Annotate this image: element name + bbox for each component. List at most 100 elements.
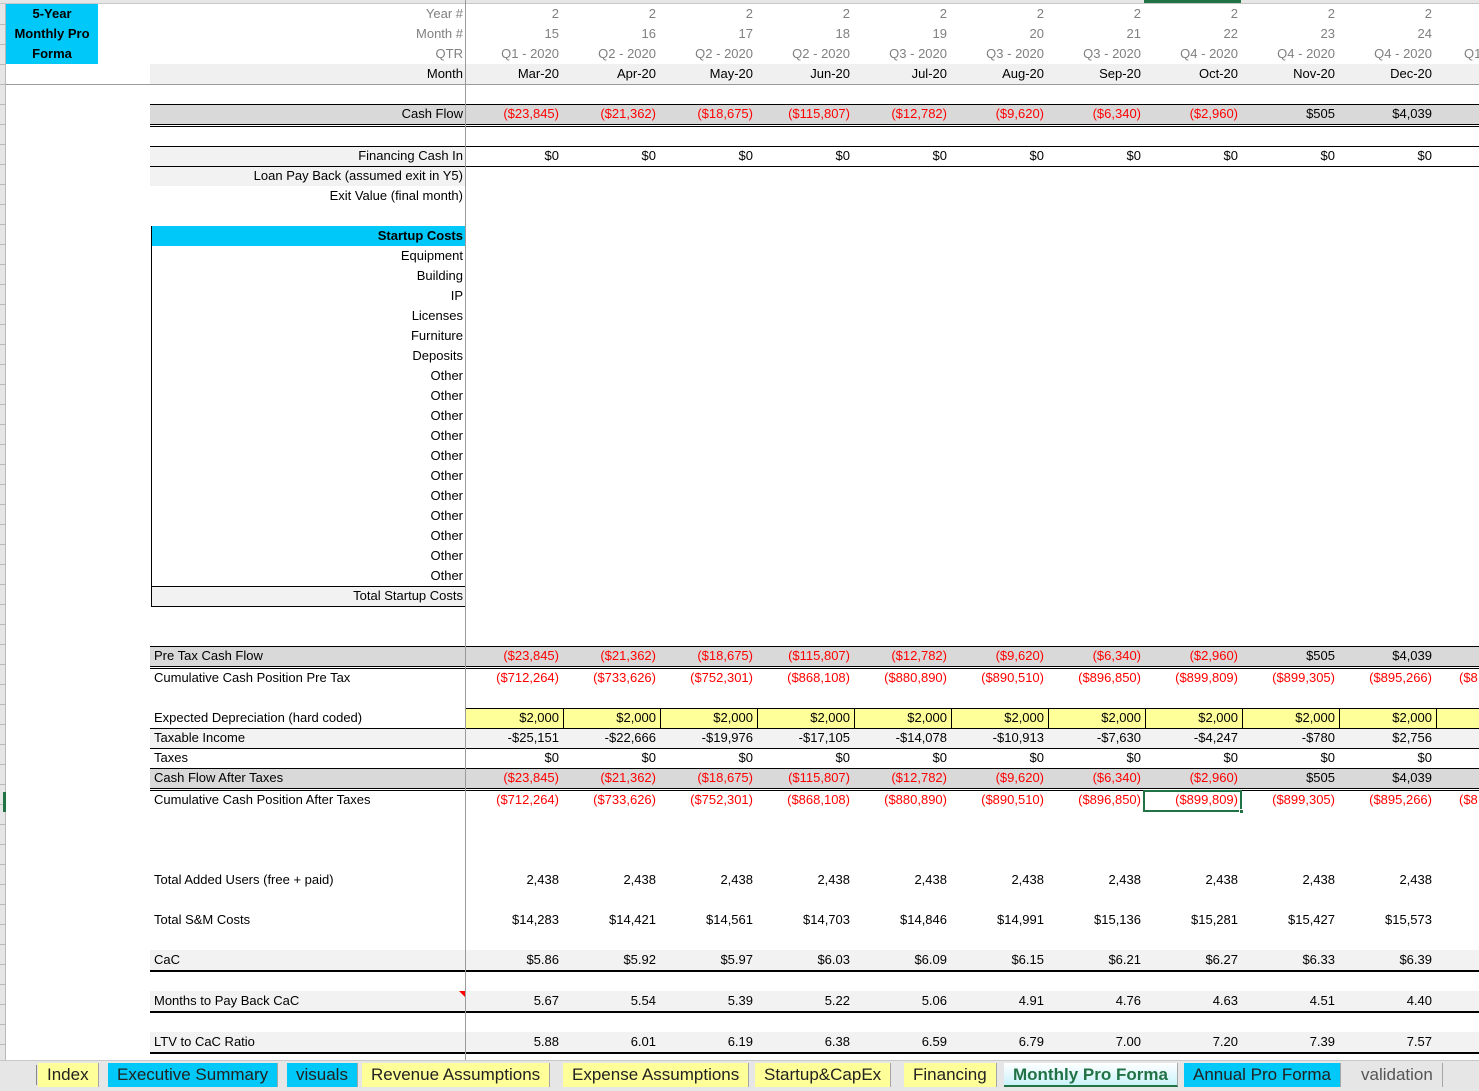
sheet-title-block[interactable]: 5-Year Monthly Pro Forma bbox=[6, 4, 98, 64]
depreciation-cell[interactable]: $2,000 bbox=[1341, 708, 1438, 728]
cash-flow-after-taxes-cell[interactable]: $4,039 bbox=[1341, 768, 1438, 788]
cash-flow-cell[interactable]: $4,039 bbox=[1341, 104, 1438, 124]
header-cell-month_num[interactable]: 18 bbox=[759, 24, 856, 44]
total-sm-costs-cell[interactable]: $15,136 bbox=[1050, 910, 1147, 930]
cumulative-after-taxes-cell[interactable]: ($895,266) bbox=[1341, 790, 1438, 810]
header-cell-month[interactable]: Jul-20 bbox=[856, 64, 953, 84]
financing-cash-in-label[interactable]: Financing Cash In bbox=[358, 146, 463, 166]
cash-flow-after-taxes-cell[interactable]: $505 bbox=[1244, 768, 1341, 788]
startup-cost-label[interactable]: Other bbox=[430, 366, 463, 386]
total-added-users-cell[interactable]: 2,438 bbox=[856, 870, 953, 890]
cash-flow-cell[interactable]: ($6,340) bbox=[1050, 104, 1147, 124]
total-added-users-label[interactable]: Total Added Users (free + paid) bbox=[154, 870, 334, 890]
sheet-tab-index[interactable]: Index bbox=[38, 1063, 99, 1087]
ltv-cac-cell[interactable]: 7.39 bbox=[1244, 1032, 1341, 1052]
sheet-tab-validation[interactable]: validation bbox=[1352, 1063, 1443, 1087]
depreciation-label[interactable]: Expected Depreciation (hard coded) bbox=[154, 708, 362, 728]
total-sm-costs-cell[interactable]: $14,561 bbox=[662, 910, 759, 930]
header-cell-year[interactable]: 2 bbox=[856, 4, 953, 24]
cac-cell[interactable]: $6.27 bbox=[1147, 950, 1244, 970]
cac-cell[interactable]: $6.33 bbox=[1244, 950, 1341, 970]
months-payback-cell[interactable]: 5.67 bbox=[468, 991, 565, 1011]
depreciation-cell[interactable]: $2,000 bbox=[1244, 708, 1341, 728]
cash-flow-after-taxes-cell[interactable]: ($9,620) bbox=[953, 768, 1050, 788]
cumulative-pre-tax-cell[interactable]: ($890,510) bbox=[953, 668, 1050, 688]
taxable-income-cell[interactable]: -$10,913 bbox=[953, 728, 1050, 748]
cumulative-after-taxes-label[interactable]: Cumulative Cash Position After Taxes bbox=[154, 790, 371, 810]
header-label-month[interactable]: Month bbox=[427, 64, 463, 84]
financing-cash-in-cell[interactable]: $0 bbox=[565, 146, 662, 166]
taxes-cell[interactable]: $0 bbox=[1147, 748, 1244, 768]
cash-flow-cell[interactable]: ($21,362) bbox=[565, 104, 662, 124]
total-sm-costs-cell[interactable]: $14,846 bbox=[856, 910, 953, 930]
months-payback-cell[interactable]: 4.91 bbox=[953, 991, 1050, 1011]
pre-tax-cash-flow-cell[interactable]: ($6,340) bbox=[1050, 646, 1147, 666]
header-label-year[interactable]: Year # bbox=[426, 4, 463, 24]
header-cell-month[interactable]: Aug-20 bbox=[953, 64, 1050, 84]
months-payback-cell[interactable]: 4.51 bbox=[1244, 991, 1341, 1011]
sheet-tab-startup-capex[interactable]: Startup&CapEx bbox=[755, 1063, 892, 1087]
ltv-cac-cell[interactable]: 7.20 bbox=[1147, 1032, 1244, 1052]
header-cell-year[interactable]: 2 bbox=[1341, 4, 1438, 24]
startup-cost-label[interactable]: Furniture bbox=[411, 326, 463, 346]
total-sm-costs-cell[interactable]: $14,421 bbox=[565, 910, 662, 930]
pre-tax-cash-flow-label[interactable]: Pre Tax Cash Flow bbox=[154, 646, 263, 666]
header-cell-year[interactable]: 2 bbox=[1147, 4, 1244, 24]
taxable-income-label[interactable]: Taxable Income bbox=[154, 728, 245, 748]
startup-cost-label[interactable]: Other bbox=[430, 526, 463, 546]
pre-tax-cash-flow-cell[interactable]: ($2,960) bbox=[1147, 646, 1244, 666]
header-cell-month[interactable]: Dec-20 bbox=[1341, 64, 1438, 84]
cumulative-pre-tax-cell[interactable]: ($899,809) bbox=[1147, 668, 1244, 688]
cash-flow-after-taxes-cell[interactable]: ($23,845) bbox=[468, 768, 565, 788]
months-payback-cell[interactable]: 5.39 bbox=[662, 991, 759, 1011]
ltv-cac-cell[interactable]: 6.79 bbox=[953, 1032, 1050, 1052]
cumulative-after-taxes-cell-partial[interactable]: ($8 bbox=[1459, 790, 1479, 810]
header-cell-year[interactable]: 2 bbox=[953, 4, 1050, 24]
taxable-income-cell[interactable]: -$14,078 bbox=[856, 728, 953, 748]
startup-cost-label[interactable]: Building bbox=[417, 266, 463, 286]
header-cell-year[interactable]: 2 bbox=[662, 4, 759, 24]
cash-flow-after-taxes-cell[interactable]: ($12,782) bbox=[856, 768, 953, 788]
total-sm-costs-label[interactable]: Total S&M Costs bbox=[154, 910, 250, 930]
taxes-label[interactable]: Taxes bbox=[154, 748, 188, 768]
startup-cost-label[interactable]: Licenses bbox=[412, 306, 463, 326]
fill-handle[interactable] bbox=[1239, 809, 1244, 814]
pre-tax-cash-flow-cell[interactable]: ($9,620) bbox=[953, 646, 1050, 666]
header-cell-month_num[interactable]: 17 bbox=[662, 24, 759, 44]
header-cell-qtr-partial[interactable]: Q1 bbox=[1464, 44, 1479, 64]
cumulative-after-taxes-cell[interactable]: ($890,510) bbox=[953, 790, 1050, 810]
sheet-tab-executive-summary[interactable]: Executive Summary bbox=[108, 1063, 279, 1087]
taxable-income-cell[interactable]: -$4,247 bbox=[1147, 728, 1244, 748]
cumulative-pre-tax-cell[interactable]: ($868,108) bbox=[759, 668, 856, 688]
startup-cost-label[interactable]: Other bbox=[430, 566, 463, 586]
financing-cash-in-cell[interactable]: $0 bbox=[1341, 146, 1438, 166]
total-added-users-cell[interactable]: 2,438 bbox=[1341, 870, 1438, 890]
months-payback-cell[interactable]: 4.63 bbox=[1147, 991, 1244, 1011]
startup-cost-label[interactable]: Other bbox=[430, 426, 463, 446]
cumulative-after-taxes-cell[interactable]: ($896,850) bbox=[1050, 790, 1147, 810]
cac-cell[interactable]: $5.97 bbox=[662, 950, 759, 970]
taxable-income-cell[interactable]: -$17,105 bbox=[759, 728, 856, 748]
months-payback-cell[interactable]: 4.40 bbox=[1341, 991, 1438, 1011]
taxes-cell[interactable]: $0 bbox=[468, 748, 565, 768]
startup-cost-label[interactable]: Other bbox=[430, 446, 463, 466]
months-payback-cell[interactable]: 4.76 bbox=[1050, 991, 1147, 1011]
header-cell-month[interactable]: Apr-20 bbox=[565, 64, 662, 84]
cac-cell[interactable]: $6.09 bbox=[856, 950, 953, 970]
financing-cash-in-cell[interactable]: $0 bbox=[1244, 146, 1341, 166]
depreciation-cell[interactable]: $2,000 bbox=[662, 708, 759, 728]
taxes-cell[interactable]: $0 bbox=[759, 748, 856, 768]
header-cell-year[interactable]: 2 bbox=[759, 4, 856, 24]
pre-tax-cash-flow-cell[interactable]: ($23,845) bbox=[468, 646, 565, 666]
financing-cash-in-cell[interactable]: $0 bbox=[1050, 146, 1147, 166]
total-sm-costs-cell[interactable]: $15,427 bbox=[1244, 910, 1341, 930]
ltv-cac-label[interactable]: LTV to CaC Ratio bbox=[154, 1032, 255, 1052]
taxes-cell[interactable]: $0 bbox=[856, 748, 953, 768]
cumulative-pre-tax-cell[interactable]: ($895,266) bbox=[1341, 668, 1438, 688]
pre-tax-cash-flow-cell[interactable]: ($12,782) bbox=[856, 646, 953, 666]
header-cell-month[interactable]: Oct-20 bbox=[1147, 64, 1244, 84]
cash-flow-cell[interactable]: $505 bbox=[1244, 104, 1341, 124]
depreciation-cell[interactable]: $2,000 bbox=[953, 708, 1050, 728]
header-cell-year[interactable]: 2 bbox=[1050, 4, 1147, 24]
header-cell-month_num[interactable]: 21 bbox=[1050, 24, 1147, 44]
